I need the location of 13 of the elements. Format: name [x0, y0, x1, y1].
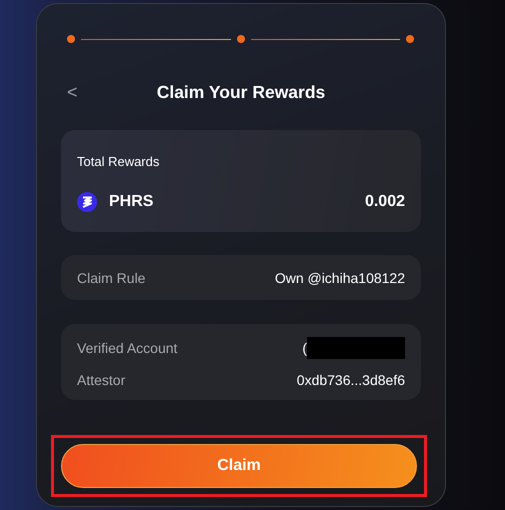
token-name: PHRS [109, 193, 154, 211]
back-button[interactable]: < [67, 82, 78, 102]
detail-label: Verified Account [77, 340, 178, 356]
reward-amount: 0.002 [364, 193, 405, 211]
rule-value: Own @ichiha108122 [274, 270, 405, 286]
detail-value: 0xdb736...3d8ef6 [296, 372, 405, 388]
rewards-label: Total Rewards [77, 154, 160, 169]
dialog-title: Claim Your Rewards [156, 82, 326, 102]
token-icon [77, 192, 97, 212]
detail-value: ( [302, 340, 307, 356]
claim-button[interactable]: Claim [61, 444, 417, 488]
rule-label: Claim Rule [77, 270, 146, 286]
detail-label: Attestor [77, 372, 126, 388]
